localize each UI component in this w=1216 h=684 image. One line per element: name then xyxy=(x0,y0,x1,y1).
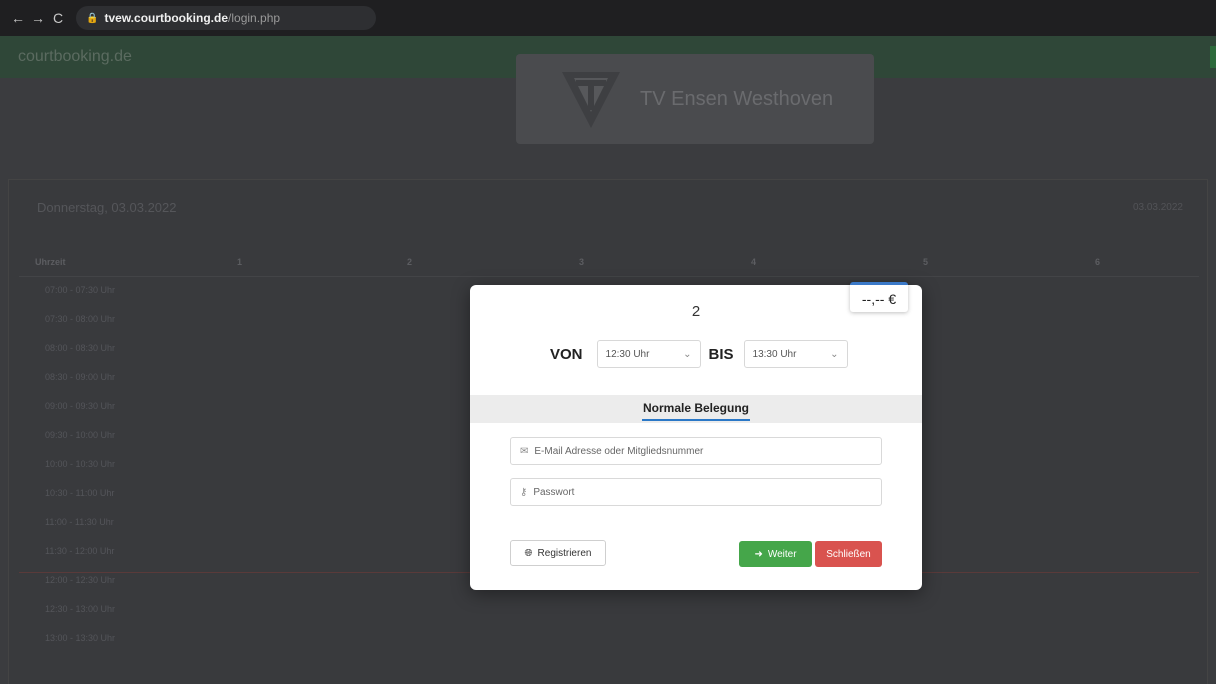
sign-in-icon: ➜ xyxy=(754,548,763,560)
tab-normal-booking[interactable]: Normale Belegung xyxy=(470,401,922,415)
header-button-edge xyxy=(1210,46,1216,68)
club-name: TV Ensen Westhoven xyxy=(640,87,834,110)
email-input[interactable] xyxy=(534,445,865,457)
email-field[interactable]: ✉ xyxy=(510,437,882,465)
to-label: BIS xyxy=(708,345,734,363)
from-label: VON xyxy=(550,345,583,363)
close-label: Schließen xyxy=(826,548,871,560)
continue-label: Weiter xyxy=(767,548,797,560)
time-slot-label: 09:00 - 09:30 Uhr xyxy=(45,401,116,411)
url-host: tvew.courtbooking.de xyxy=(104,11,229,25)
time-slot-label: 07:00 - 07:30 Uhr xyxy=(45,285,116,295)
password-field[interactable]: ⚷ xyxy=(510,478,882,506)
column-header-time: Uhrzeit xyxy=(35,257,66,267)
time-slot-label: 07:30 - 08:00 Uhr xyxy=(45,314,116,324)
column-header-court-3: 3 xyxy=(579,257,585,267)
tab-strip: Normale Belegung xyxy=(470,395,922,423)
password-input[interactable] xyxy=(533,486,864,498)
from-time-value: 12:30 Uhr xyxy=(605,348,650,360)
lock-icon: 🔒 xyxy=(86,12,99,24)
time-slot-label: 12:30 - 13:00 Uhr xyxy=(45,604,116,614)
time-slot-label: 13:00 - 13:30 Uhr xyxy=(45,633,116,643)
active-tab-indicator xyxy=(642,419,750,421)
chevron-down-icon: ⌄ xyxy=(830,348,839,360)
to-time-value: 13:30 Uhr xyxy=(752,348,797,360)
time-slot-label: 11:30 - 12:00 Uhr xyxy=(45,546,115,556)
register-label: Registrieren xyxy=(537,547,592,559)
globe-icon: 🌐︎ xyxy=(524,547,533,559)
back-arrow-icon[interactable]: ← xyxy=(8,10,28,26)
time-slot-label: 10:00 - 10:30 Uhr xyxy=(45,459,116,469)
time-slot-label: 11:00 - 11:30 Uhr xyxy=(45,517,114,527)
from-time-select[interactable]: 12:30 Uhr ⌄ xyxy=(596,340,701,368)
chevron-down-icon: ⌄ xyxy=(683,348,692,360)
price-badge: --,-- € xyxy=(850,282,908,312)
register-button[interactable]: 🌐︎ Registrieren xyxy=(510,540,606,566)
continue-button[interactable]: ➜ Weiter xyxy=(739,541,812,567)
date-picker[interactable]: 03.03.2022 xyxy=(1133,202,1183,213)
time-slot-label: 08:30 - 09:00 Uhr xyxy=(45,372,116,382)
grid-divider xyxy=(19,276,1199,277)
column-header-court-4: 4 xyxy=(751,257,757,267)
time-range-row: VON 12:30 Uhr ⌄ BIS 13:30 Uhr ⌄ xyxy=(550,340,848,368)
to-time-select[interactable]: 13:30 Uhr ⌄ xyxy=(743,340,848,368)
time-slot-label: 10:30 - 11:00 Uhr xyxy=(45,488,115,498)
time-slot-label: 09:30 - 10:00 Uhr xyxy=(45,430,116,440)
column-header-court-2: 2 xyxy=(407,257,413,267)
browser-toolbar: ← → C 🔒 tvew.courtbooking.de/login.php xyxy=(0,0,1216,36)
close-button[interactable]: Schließen xyxy=(815,541,882,567)
key-icon: ⚷ xyxy=(520,486,528,498)
day-label: Donnerstag, 03.03.2022 xyxy=(37,200,177,215)
forward-arrow-icon[interactable]: → xyxy=(28,10,48,26)
column-header-court-6: 6 xyxy=(1095,257,1101,267)
envelope-icon: ✉ xyxy=(520,445,529,457)
booking-login-modal: 2 --,-- € VON 12:30 Uhr ⌄ BIS 13:30 Uhr … xyxy=(470,282,922,590)
site-brand[interactable]: courtbooking.de xyxy=(18,48,132,66)
club-logo-icon xyxy=(562,72,620,128)
club-logo-card: TV Ensen Westhoven xyxy=(516,54,874,144)
reload-icon[interactable]: C xyxy=(48,10,68,26)
url-path: /login.php xyxy=(228,11,281,25)
column-header-court-1: 1 xyxy=(237,257,243,267)
column-header-court-5: 5 xyxy=(923,257,929,267)
address-bar[interactable]: 🔒 tvew.courtbooking.de/login.php xyxy=(76,6,376,30)
time-slot-label: 12:00 - 12:30 Uhr xyxy=(45,575,116,585)
time-slot-label: 08:00 - 08:30 Uhr xyxy=(45,343,116,353)
